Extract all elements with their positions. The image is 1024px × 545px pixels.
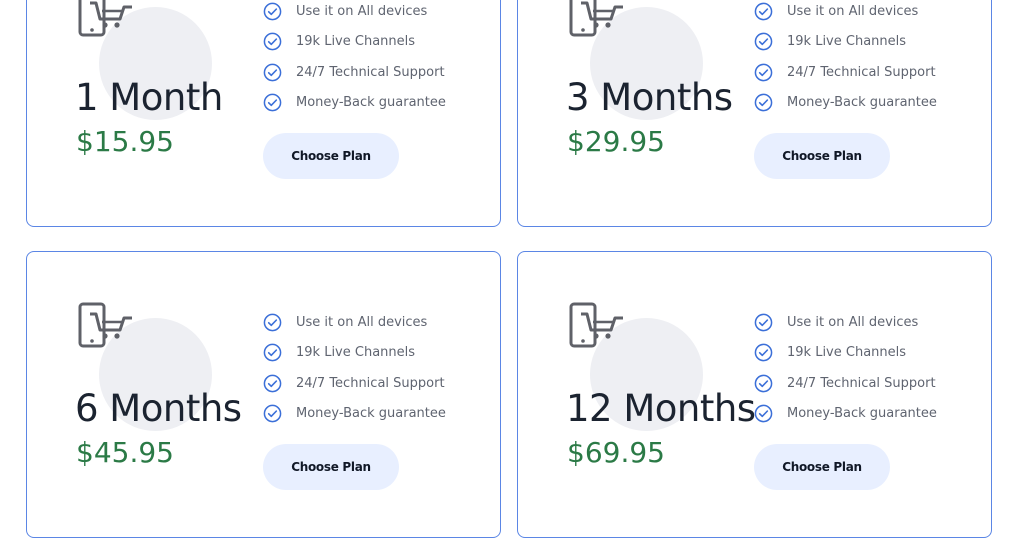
check-circle-icon [754,404,773,423]
feature-label: 19k Live Channels [787,34,907,50]
feature-label: 19k Live Channels [296,345,416,361]
feature-item: Use it on All devices [263,307,446,338]
check-circle-icon [263,374,282,393]
feature-item: Use it on All devices [263,0,446,27]
plan-title: 12 Months [566,387,756,430]
feature-item: 19k Live Channels [754,27,937,58]
mobile-cart-icon [569,0,623,37]
feature-item: 24/7 Technical Support [263,368,446,399]
plan-price: $15.95 [76,125,174,158]
plan-price: $29.95 [567,125,665,158]
feature-label: Money-Back guarantee [296,406,446,422]
plan-title: 6 Months [75,387,242,430]
plan-card-12-months: 12 Months $69.95 Use it on All devices 1… [517,251,992,538]
feature-label: 24/7 Technical Support [296,64,445,80]
feature-item: Money-Back guarantee [263,88,446,119]
feature-list: Use it on All devices 19k Live Channels … [263,0,446,118]
check-circle-icon [754,2,773,21]
feature-item: 19k Live Channels [263,338,446,369]
feature-item: Money-Back guarantee [263,399,446,430]
check-circle-icon [754,313,773,332]
check-circle-icon [263,313,282,332]
feature-item: 19k Live Channels [754,338,937,369]
choose-plan-button[interactable]: Choose Plan [754,444,890,490]
feature-label: Use it on All devices [296,3,428,19]
feature-item: 24/7 Technical Support [754,368,937,399]
plan-title: 3 Months [566,76,733,119]
feature-item: Use it on All devices [754,307,937,338]
feature-item: 19k Live Channels [263,27,446,58]
check-circle-icon [754,374,773,393]
plan-price: $69.95 [567,436,665,469]
feature-label: 24/7 Technical Support [787,64,936,80]
feature-label: 19k Live Channels [787,345,907,361]
plan-title: 1 Month [75,76,223,119]
feature-label: 24/7 Technical Support [787,375,936,391]
feature-item: 24/7 Technical Support [263,57,446,88]
choose-plan-button[interactable]: Choose Plan [263,444,399,490]
check-circle-icon [754,32,773,51]
choose-plan-button[interactable]: Choose Plan [263,133,399,179]
feature-label: Use it on All devices [787,3,919,19]
feature-label: Use it on All devices [296,314,428,330]
check-circle-icon [754,63,773,82]
check-circle-icon [263,343,282,362]
check-circle-icon [754,343,773,362]
check-circle-icon [263,63,282,82]
feature-item: Money-Back guarantee [754,88,937,119]
mobile-cart-icon [78,302,132,348]
feature-list: Use it on All devices 19k Live Channels … [754,0,937,118]
feature-label: Money-Back guarantee [296,95,446,111]
check-circle-icon [263,32,282,51]
feature-label: Money-Back guarantee [787,95,937,111]
feature-list: Use it on All devices 19k Live Channels … [754,307,937,429]
feature-label: Use it on All devices [787,314,919,330]
feature-label: 24/7 Technical Support [296,375,445,391]
feature-label: Money-Back guarantee [787,406,937,422]
mobile-cart-icon [78,0,132,37]
feature-item: Use it on All devices [754,0,937,27]
plan-card-6-months: 6 Months $45.95 Use it on All devices 19… [26,251,501,538]
plan-card-1-month: 1 Month $15.95 Use it on All devices 19k… [26,0,501,227]
feature-item: 24/7 Technical Support [754,57,937,88]
choose-plan-button[interactable]: Choose Plan [754,133,890,179]
feature-label: 19k Live Channels [296,34,416,50]
plan-price: $45.95 [76,436,174,469]
feature-list: Use it on All devices 19k Live Channels … [263,307,446,429]
check-circle-icon [263,93,282,112]
check-circle-icon [263,2,282,21]
mobile-cart-icon [569,302,623,348]
plan-card-3-months: 3 Months $29.95 Use it on All devices 19… [517,0,992,227]
feature-item: Money-Back guarantee [754,399,937,430]
check-circle-icon [754,93,773,112]
check-circle-icon [263,404,282,423]
